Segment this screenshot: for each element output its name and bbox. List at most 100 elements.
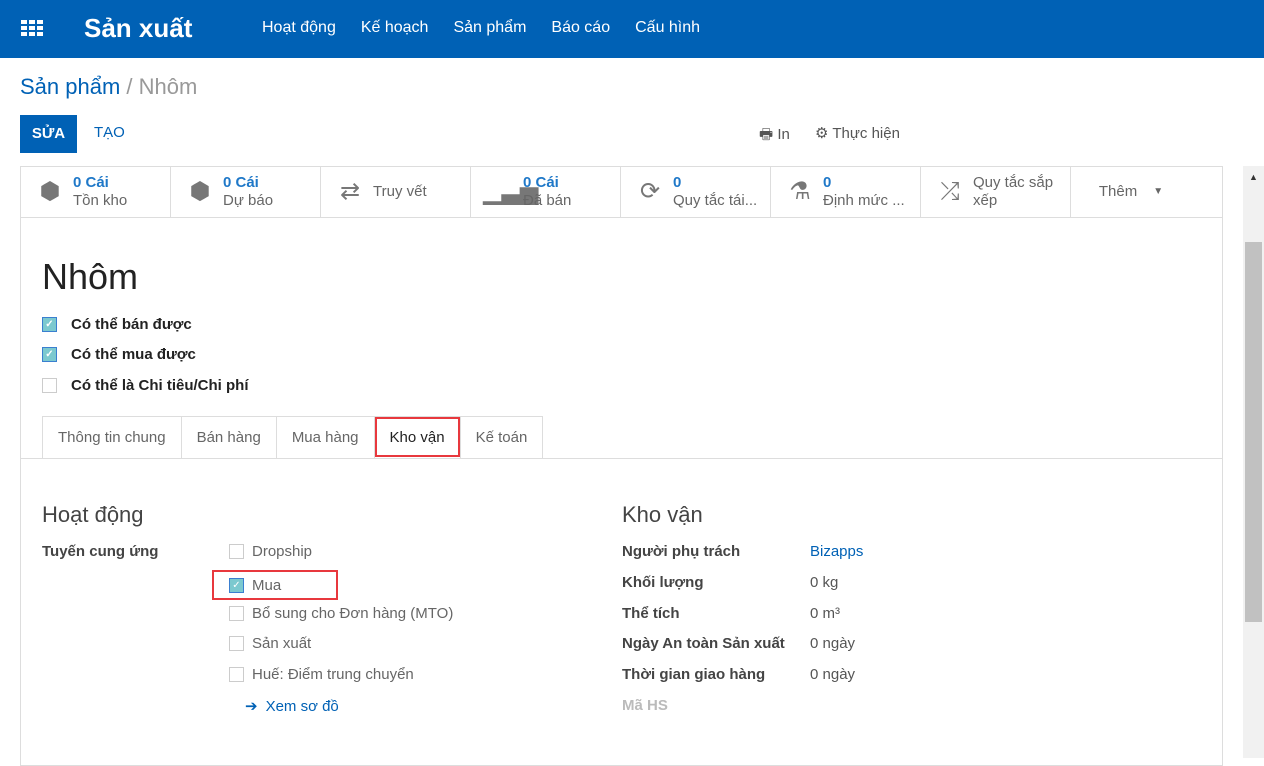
signal-icon: ▁▃▅: [483, 178, 539, 205]
app-name: Sản xuất: [84, 13, 193, 43]
stock-label: Tồn kho: [73, 192, 128, 209]
checkbox-checked[interactable]: ✓: [42, 347, 57, 362]
bom-value: 0: [823, 174, 832, 191]
option-label: Có thể là Chi tiêu/Chi phí: [71, 377, 249, 394]
delivery-lead-value: 0 ngày: [810, 666, 856, 683]
stock-button[interactable]: ⬢ 0 Cái Tồn kho: [21, 167, 171, 217]
forecast-button[interactable]: ⬢ 0 Cái Dự báo: [171, 167, 321, 217]
more-label: Thêm: [1098, 183, 1138, 200]
volume-value: 0 m³: [810, 605, 840, 622]
route-label: Dropship: [252, 543, 313, 560]
edit-button[interactable]: SỬA: [20, 115, 77, 153]
logistics-heading: Kho vận: [622, 502, 703, 527]
checkbox-checked[interactable]: ✓: [42, 317, 57, 332]
option-label: Có thể bán được: [71, 316, 192, 333]
manufacturing-lead-value: 0 ngày: [810, 635, 856, 652]
gear-icon: ⚙: [815, 125, 829, 142]
routes-label: Tuyến cung ứng: [42, 543, 159, 560]
exchange-icon: ⇄: [339, 178, 361, 205]
cubes-icon: ⬢: [189, 178, 211, 205]
smart-button-box: ⬢ 0 Cái Tồn kho ⬢ 0 Cái Dự báo ⇄ Truy vết ▁▃▅…: [21, 166, 1222, 218]
tab-accounting[interactable]: Kế toán: [459, 416, 544, 458]
breadcrumb: Sản phẩm / Nhôm: [20, 74, 197, 100]
product-name: Nhôm: [42, 256, 139, 297]
can-be-expensed-option[interactable]: Có thể là Chi tiêu/Chi phí: [42, 377, 249, 394]
traceability-button[interactable]: ⇄ Truy vết: [321, 167, 471, 217]
sold-button[interactable]: ▁▃▅ 0 Cái Đã bán: [471, 167, 621, 217]
route-label: Huế: Điểm trung chuyển: [252, 666, 414, 683]
checkbox-unchecked[interactable]: [229, 636, 244, 651]
create-button[interactable]: TẠO: [94, 124, 125, 141]
reorder-value: 0: [673, 174, 682, 191]
volume-label: Thể tích: [622, 605, 680, 622]
tab-sales[interactable]: Bán hàng: [180, 416, 277, 458]
can-be-purchased-option[interactable]: ✓ Có thể mua được: [42, 346, 196, 363]
action-button[interactable]: ⚙ Thực hiện: [815, 124, 900, 142]
form-sheet: ⬢ 0 Cái Tồn kho ⬢ 0 Cái Dự báo ⇄ Truy vết ▁▃▅…: [20, 166, 1223, 766]
menu-configuration[interactable]: Cấu hình: [635, 19, 700, 37]
breadcrumb-current: Nhôm: [138, 74, 198, 99]
caret-down-icon: ▼: [1153, 186, 1164, 197]
action-label: Thực hiện: [832, 125, 900, 142]
route-label: Bổ sung cho Đơn hàng (MTO): [252, 605, 454, 622]
checkbox-checked[interactable]: ✓: [229, 577, 244, 593]
flask-icon: ⚗: [789, 178, 811, 205]
responsible-label: Người phụ trách: [622, 543, 741, 560]
print-label: In: [777, 126, 790, 143]
menu-operations[interactable]: Hoạt động: [262, 19, 336, 37]
checkbox-unchecked[interactable]: [229, 606, 244, 621]
manufacturing-lead-label: Ngày An toàn Sản xuất: [622, 635, 785, 652]
apps-menu-icon[interactable]: [21, 20, 43, 36]
breadcrumb-separator: /: [126, 74, 133, 99]
refresh-icon: ⟳: [639, 178, 661, 205]
tab-purchase[interactable]: Mua hàng: [275, 416, 375, 458]
tab-inventory[interactable]: Kho vận: [373, 416, 461, 458]
operations-heading: Hoạt động: [42, 502, 144, 527]
route-manufacture[interactable]: Sản xuất: [229, 635, 311, 652]
menu-products[interactable]: Sản phẩm: [453, 19, 526, 37]
menu-reports[interactable]: Báo cáo: [551, 19, 610, 37]
view-diagram-link[interactable]: ➔ Xem sơ đồ: [245, 697, 339, 716]
reorder-rules-button[interactable]: ⟳ 0 Quy tắc tái...: [621, 167, 771, 217]
checkbox-unchecked[interactable]: [229, 544, 244, 559]
delivery-lead-label: Thời gian giao hàng: [622, 666, 766, 683]
breadcrumb-parent[interactable]: Sản phẩm: [20, 74, 120, 99]
random-icon: ⤮: [940, 178, 960, 205]
weight-label: Khối lượng: [622, 574, 704, 591]
route-label: Mua: [252, 576, 282, 594]
forecast-value: 0 Cái: [223, 174, 259, 191]
scrollbar[interactable]: ▲: [1243, 166, 1264, 758]
sold-value: 0 Cái: [523, 174, 559, 191]
bom-button[interactable]: ⚗ 0 Định mức ...: [771, 167, 921, 217]
scrollbar-thumb[interactable]: [1245, 242, 1262, 622]
forecast-label: Dự báo: [223, 192, 274, 209]
more-button[interactable]: Thêm ▼: [1071, 167, 1191, 217]
option-label: Có thể mua được: [71, 346, 196, 363]
top-navbar: Sản xuất Hoạt động Kế hoạch Sản phẩm Báo…: [0, 0, 1264, 58]
route-dropship[interactable]: Dropship: [229, 543, 312, 560]
checkbox-unchecked[interactable]: [229, 667, 244, 682]
route-mto[interactable]: Bổ sung cho Đơn hàng (MTO): [229, 605, 453, 622]
putaway-label: Quy tắc sắp xếp: [973, 174, 1054, 209]
responsible-value[interactable]: Bizapps: [810, 543, 863, 560]
putaway-rules-button[interactable]: ⤮ Quy tắc sắp xếp: [921, 167, 1071, 217]
route-buy[interactable]: ✓ Mua: [212, 570, 338, 600]
route-transit[interactable]: Huế: Điểm trung chuyển: [229, 666, 414, 683]
hs-code-label: Mã HS: [622, 697, 668, 714]
form-tabs: Thông tin chung Bán hàng Mua hàng Kho vậ…: [21, 416, 1222, 459]
arrow-right-icon: ➔: [245, 698, 258, 715]
stock-value: 0 Cái: [73, 174, 109, 191]
can-be-sold-option[interactable]: ✓ Có thể bán được: [42, 316, 192, 333]
route-label: Sản xuất: [252, 635, 312, 652]
menu-planning[interactable]: Kế hoạch: [361, 19, 429, 37]
tab-general-info[interactable]: Thông tin chung: [42, 416, 182, 458]
print-button[interactable]: 🖶 In: [759, 124, 790, 149]
traceability-label: Truy vết: [373, 183, 427, 200]
scroll-up-icon[interactable]: ▲: [1249, 172, 1258, 182]
print-icon: 🖶: [759, 126, 774, 143]
view-diagram-label: Xem sơ đồ: [265, 697, 339, 715]
checkbox-unchecked[interactable]: [42, 378, 57, 393]
cubes-icon: ⬢: [39, 178, 61, 205]
sold-label: Đã bán: [523, 192, 572, 209]
weight-value: 0 kg: [810, 574, 839, 591]
